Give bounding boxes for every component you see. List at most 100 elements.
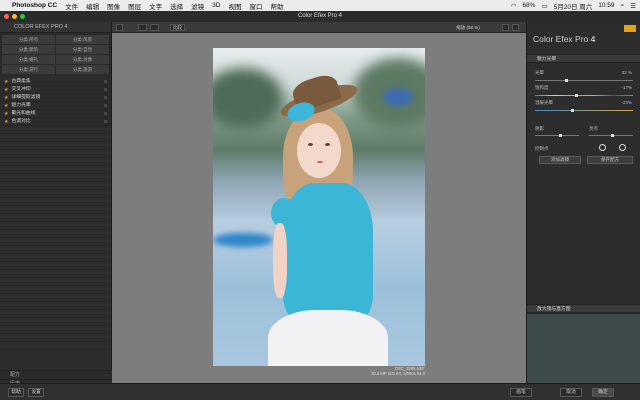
- filter-settings-panel: Color Efex Pro 4 魅力光晕 光晕 32 % 饱和度 -17% 温…: [526, 22, 640, 383]
- menu-image[interactable]: 图像: [107, 1, 120, 11]
- empty-row: [0, 254, 111, 262]
- wifi-icon[interactable]: ◠: [511, 2, 517, 10]
- minimize-button[interactable]: [12, 14, 17, 19]
- nik-logo: [624, 25, 636, 32]
- split-view-icon[interactable]: [138, 24, 147, 31]
- category-portrait[interactable]: 分类:肖像: [56, 55, 109, 64]
- menu-list-icon[interactable]: ☰: [630, 2, 636, 10]
- menu-edit[interactable]: 编辑: [86, 1, 99, 11]
- panel-title: Color Efex Pro 4: [533, 34, 595, 44]
- zoom-button[interactable]: [20, 14, 25, 19]
- circle-icon[interactable]: [104, 120, 107, 123]
- compare-button[interactable]: 比较: [170, 24, 185, 31]
- bokeh-blue: [383, 88, 413, 106]
- empty-row: [0, 182, 111, 190]
- category-travel[interactable]: 分类:旅游: [56, 65, 109, 74]
- empty-row: [0, 126, 111, 134]
- menu-view[interactable]: 视图: [228, 1, 241, 11]
- add-point-icon[interactable]: [599, 144, 606, 151]
- empty-row: [0, 326, 111, 334]
- preview-photo[interactable]: [213, 48, 425, 366]
- loupe-section-header[interactable]: 放大镜与直方图: [527, 304, 640, 313]
- slider-knob[interactable]: [571, 109, 574, 112]
- photo-meta: 30.2 MP ISO 64, 1/500s f/4.0: [371, 371, 425, 376]
- empty-row: [0, 310, 111, 318]
- clock-label[interactable]: 10:59: [598, 2, 614, 9]
- empty-row: [0, 342, 111, 350]
- star-icon[interactable]: ★: [4, 86, 8, 94]
- star-icon[interactable]: ★: [4, 78, 8, 86]
- highlight-slider[interactable]: [589, 134, 633, 137]
- category-nature[interactable]: 分类:自然: [56, 45, 109, 54]
- brush-button[interactable]: 画笔: [510, 388, 532, 397]
- mac-menubar: Photoshop CC 文件 编辑 图像 图层 文字 选择 滤镜 3D 视图 …: [0, 0, 640, 11]
- side-by-side-icon[interactable]: [150, 24, 159, 31]
- star-icon[interactable]: ★: [4, 110, 8, 118]
- window-titlebar: Color Efex Pro 4: [0, 11, 640, 22]
- recipes-section[interactable]: 配方: [0, 370, 112, 379]
- menu-3d[interactable]: 3D: [212, 2, 220, 9]
- date-label[interactable]: 5月20日 周六: [554, 1, 593, 11]
- menu-select[interactable]: 选择: [170, 1, 183, 11]
- menu-type[interactable]: 文字: [149, 1, 162, 11]
- slider-knob[interactable]: [575, 94, 578, 97]
- menu-file[interactable]: 文件: [65, 1, 78, 11]
- save-recipe-button[interactable]: 保存配方: [587, 156, 633, 164]
- glow-slider[interactable]: [535, 79, 633, 82]
- category-landscape[interactable]: 分类:风景: [56, 35, 109, 44]
- menu-layer[interactable]: 图层: [128, 1, 141, 11]
- shadow-slider[interactable]: [535, 134, 579, 137]
- menu-help[interactable]: 帮助: [270, 1, 283, 11]
- category-wedding[interactable]: 分类:婚礼: [2, 55, 55, 64]
- empty-row: [0, 150, 111, 158]
- settings-button[interactable]: 设置: [28, 388, 44, 397]
- saturation-slider[interactable]: [535, 94, 633, 97]
- menu-window[interactable]: 窗口: [249, 1, 262, 11]
- close-button[interactable]: [4, 14, 9, 19]
- background-icon[interactable]: [502, 24, 509, 31]
- empty-row: [0, 286, 111, 294]
- slider-knob[interactable]: [565, 79, 568, 82]
- app-name[interactable]: Photoshop CC: [12, 2, 57, 9]
- empty-row: [0, 166, 111, 174]
- loupe-area: [527, 314, 640, 383]
- star-icon[interactable]: ★: [4, 118, 8, 126]
- circle-icon[interactable]: [104, 96, 107, 99]
- category-parade[interactable]: 分类:游行: [2, 65, 55, 74]
- zoom-label[interactable]: 缩放 (58 %): [448, 24, 488, 31]
- loupe-label: 放大镜与直方图: [537, 307, 571, 312]
- empty-row: [0, 214, 111, 222]
- circle-icon[interactable]: [104, 104, 107, 107]
- star-icon[interactable]: ★: [4, 94, 8, 102]
- star-icon[interactable]: ★: [4, 102, 8, 110]
- help-button[interactable]: 帮助: [8, 388, 24, 397]
- slider-knob[interactable]: [559, 134, 562, 137]
- add-filter-button[interactable]: 添加滤镜: [539, 156, 581, 164]
- category-architecture[interactable]: 分类:建筑: [2, 45, 55, 54]
- remove-point-icon[interactable]: [619, 144, 626, 151]
- circle-icon[interactable]: [104, 88, 107, 91]
- category-grid: 分类:所有 分类:风景 分类:建筑 分类:自然 分类:婚礼 分类:肖像 分类:游…: [0, 33, 111, 76]
- circle-icon[interactable]: [104, 80, 107, 83]
- fullscreen-icon[interactable]: [512, 24, 519, 31]
- category-all[interactable]: 分类:所有: [2, 35, 55, 44]
- search-icon[interactable]: ⌕: [621, 2, 625, 10]
- empty-row: [0, 190, 111, 198]
- empty-row: [0, 230, 111, 238]
- cancel-button[interactable]: 取消: [560, 388, 582, 397]
- slider-knob[interactable]: [611, 134, 614, 137]
- list-item[interactable]: ★ 色调对比: [0, 118, 111, 126]
- single-view-icon[interactable]: [116, 24, 123, 31]
- warmth-slider[interactable]: [535, 109, 633, 112]
- filter-label: 古典柔焦: [11, 78, 31, 84]
- battery-icon[interactable]: ▭: [541, 2, 547, 10]
- circle-icon[interactable]: [104, 112, 107, 115]
- control-points-label[interactable]: 控制点: [535, 146, 549, 152]
- ok-button[interactable]: 确定: [592, 388, 614, 397]
- bokeh-tree: [213, 68, 283, 128]
- menu-filter[interactable]: 滤镜: [191, 1, 204, 11]
- preview-toolbar: 比较 缩放 (58 %): [112, 22, 526, 33]
- filter-section-header[interactable]: 魅力光晕: [527, 54, 640, 63]
- battery-percent: 68%: [522, 2, 536, 9]
- empty-row: [0, 318, 111, 326]
